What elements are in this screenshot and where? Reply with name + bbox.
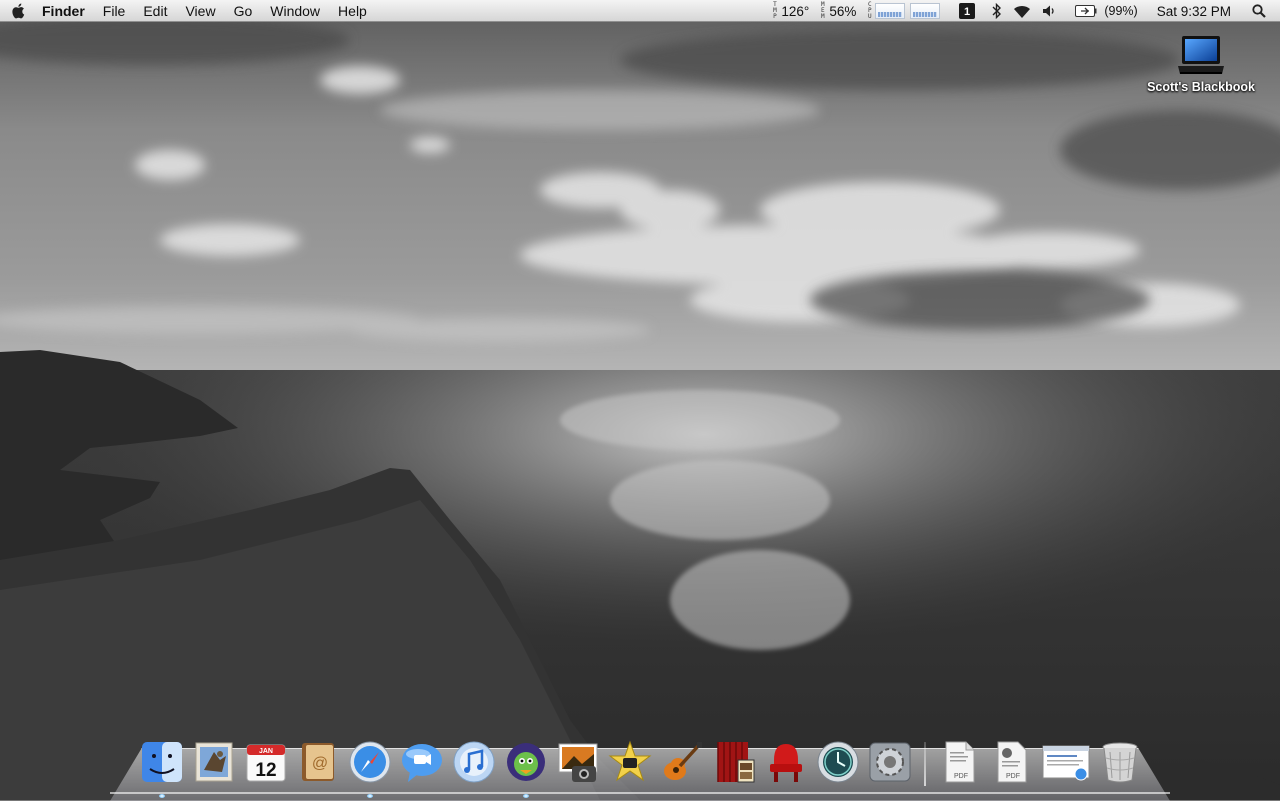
pdf-stack-icon: PDF [997, 741, 1027, 783]
dock-stack-downloads[interactable]: PDF [988, 738, 1036, 786]
finder-icon [142, 742, 182, 782]
desktop-wallpaper [0, 0, 1280, 800]
wifi-icon[interactable] [1012, 4, 1032, 19]
menu-help[interactable]: Help [329, 0, 376, 22]
desktop-icon-computer[interactable]: Scott's Blackbook [1140, 34, 1262, 94]
theater-icon [770, 744, 802, 782]
system-preferences-icon [869, 742, 911, 782]
cpu-label: C P U [866, 2, 873, 20]
dock-shelf-edge [110, 792, 1170, 794]
battery-percent[interactable]: (99%) [1104, 4, 1137, 18]
iphoto-icon [558, 743, 598, 782]
laptop-icon [1178, 36, 1224, 74]
dock: JAN 12 @ PDF PDF [138, 734, 1148, 798]
spotlight-search-icon[interactable] [1252, 4, 1266, 18]
dock-trash[interactable] [1096, 738, 1144, 786]
mail-icon [195, 742, 233, 782]
mem-label: M E M [819, 2, 826, 20]
apple-menu-icon[interactable] [0, 0, 36, 22]
ichat-icon [402, 744, 442, 782]
menu-window[interactable]: Window [261, 0, 329, 22]
temperature-readout[interactable]: 126° [781, 4, 809, 19]
temp-label-char: P [773, 13, 777, 20]
menu-clock[interactable]: Sat 9:32 PM [1157, 4, 1231, 19]
dock-system-preferences[interactable] [866, 738, 914, 786]
temp-label: T M P [771, 2, 778, 20]
dock-itunes[interactable] [450, 738, 498, 786]
address-book-icon: @ [302, 743, 334, 781]
dock-web-clip[interactable] [1040, 738, 1092, 786]
front-row-icon [717, 742, 755, 783]
mem-label-char: M [821, 13, 825, 20]
pdf-badge: PDF [1006, 773, 1020, 780]
dock-adium[interactable] [502, 738, 550, 798]
running-indicator [367, 794, 373, 798]
spaces-icon[interactable]: 1 [959, 3, 976, 19]
desktop-icon-label: Scott's Blackbook [1147, 80, 1255, 94]
dock-theater[interactable] [762, 738, 810, 786]
running-indicator [159, 794, 165, 798]
ical-day: 12 [255, 760, 276, 781]
dock-separator [924, 742, 926, 786]
trash-icon [1102, 742, 1138, 783]
dock-ical[interactable]: JAN 12 [242, 738, 290, 786]
dock-garageband[interactable] [658, 738, 706, 786]
imovie-icon [608, 740, 652, 782]
dock-ichat[interactable] [398, 738, 446, 786]
volume-icon[interactable] [1042, 4, 1058, 18]
running-indicator [523, 794, 529, 798]
menu-file[interactable]: File [94, 0, 135, 22]
dock-iphoto[interactable] [554, 738, 602, 786]
dock-address-book[interactable]: @ [294, 738, 342, 786]
ical-icon: JAN 12 [246, 744, 286, 782]
ical-month: JAN [259, 748, 273, 755]
web-document-icon [1042, 745, 1090, 781]
bluetooth-icon[interactable] [992, 3, 1002, 19]
safari-icon [349, 741, 391, 783]
cpu-label-char: U [868, 13, 872, 20]
menu-app-finder[interactable]: Finder [36, 0, 94, 22]
menu-view[interactable]: View [176, 0, 224, 22]
battery-icon[interactable] [1075, 5, 1097, 17]
menu-edit[interactable]: Edit [134, 0, 176, 22]
pdf-badge: PDF [954, 773, 968, 780]
svg-text:@: @ [312, 755, 328, 772]
dock-stack-documents[interactable]: PDF [936, 738, 984, 786]
itunes-icon [453, 741, 495, 783]
cpu-meter[interactable] [875, 3, 906, 19]
adium-icon [507, 743, 545, 781]
dock-front-row[interactable] [710, 738, 758, 786]
dock-finder[interactable] [138, 738, 186, 798]
dock-mail[interactable] [190, 738, 238, 786]
svg-text:1: 1 [964, 6, 970, 18]
pdf-stack-icon: PDF [945, 741, 975, 783]
dock-time-machine[interactable] [814, 738, 862, 786]
dock-safari[interactable] [346, 738, 394, 798]
menu-bar: Finder File Edit View Go Window Help T M… [0, 0, 1280, 22]
menu-go[interactable]: Go [225, 0, 262, 22]
memory-readout[interactable]: 56% [829, 4, 856, 19]
dock-imovie[interactable] [606, 738, 654, 786]
garageband-icon [664, 742, 702, 780]
time-machine-icon [817, 741, 859, 783]
network-meter[interactable] [910, 3, 941, 19]
